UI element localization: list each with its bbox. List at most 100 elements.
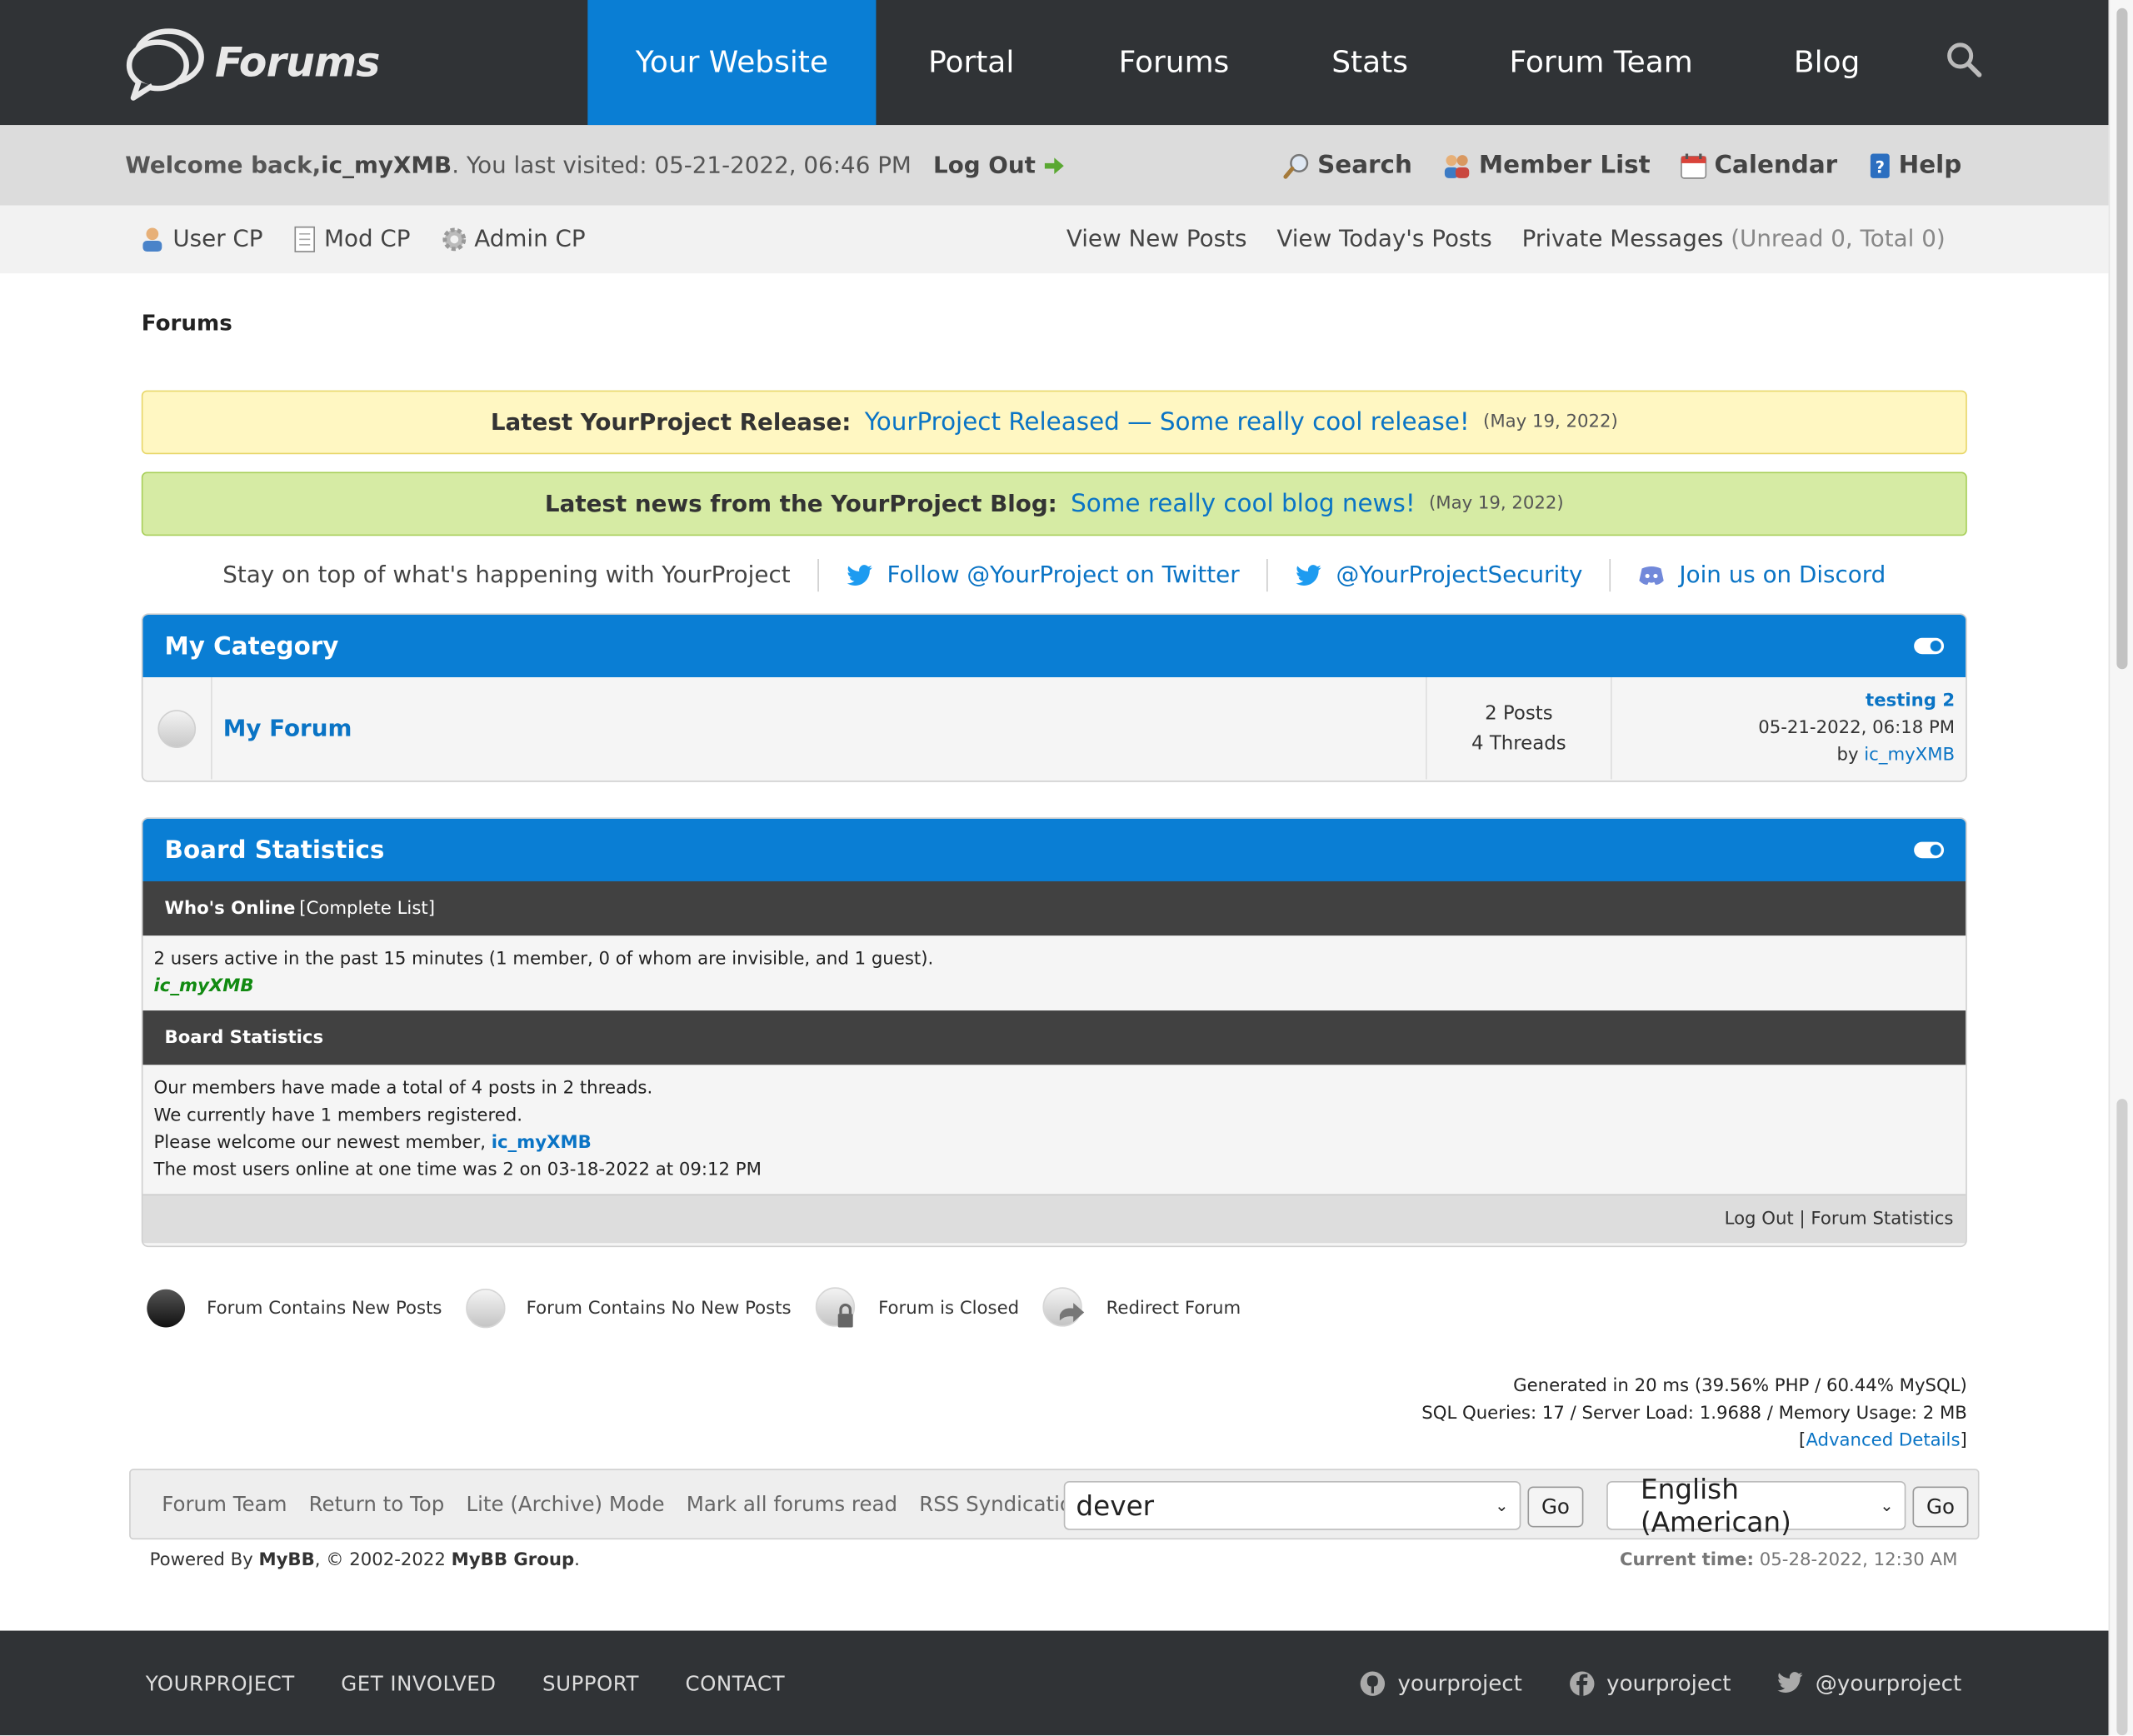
theme-select-value: dever: [1076, 1489, 1155, 1522]
collapse-toggle-icon[interactable]: [1914, 637, 1945, 655]
user-cp-link[interactable]: User CP: [139, 226, 263, 253]
forum-statistics-link[interactable]: Forum Statistics: [1811, 1209, 1953, 1229]
arrow-right-icon: [1045, 157, 1065, 174]
advanced-details-link[interactable]: Advanced Details: [1806, 1431, 1960, 1451]
welcome-username[interactable]: ic_myXMB: [321, 152, 452, 179]
stats-footer: Log Out | Forum Statistics: [142, 1194, 1966, 1244]
twitter-icon: [1778, 1672, 1804, 1693]
footer-yourproject-link[interactable]: YOURPROJECT: [146, 1671, 295, 1695]
view-todays-posts-link[interactable]: View Today's Posts: [1276, 226, 1491, 253]
advanced-details: [Advanced Details]: [1421, 1428, 1967, 1455]
mod-cp-label: Mod CP: [324, 226, 411, 253]
footer-bar: Forum Team Return to Top Lite (Archive) …: [129, 1469, 1980, 1540]
footer-contact-link[interactable]: CONTACT: [685, 1671, 785, 1695]
new-posts-icon: [147, 1289, 186, 1328]
calendar-icon: [1681, 152, 1707, 178]
last-post-user-link[interactable]: ic_myXMB: [1864, 745, 1955, 765]
stats-line-members: We currently have 1 members registered.: [153, 1105, 523, 1126]
discord-link[interactable]: Join us on Discord: [1638, 561, 1886, 589]
nav-forum-team[interactable]: Forum Team: [1458, 0, 1744, 125]
whos-online-link[interactable]: Who's Online: [165, 898, 296, 918]
footer-get-involved-link[interactable]: GET INVOLVED: [341, 1671, 496, 1695]
site-footer: YOURPROJECT GET INVOLVED SUPPORT CONTACT…: [0, 1630, 2109, 1736]
footer-return-top-link[interactable]: Return to Top: [309, 1492, 445, 1516]
language-select[interactable]: English (American) ⌄: [1606, 1473, 1906, 1539]
online-user-link[interactable]: ic_myXMB: [153, 974, 1955, 1001]
breadcrumb[interactable]: Forums: [142, 310, 232, 336]
forum-name-link[interactable]: My Forum: [223, 715, 352, 742]
stats-logout-link[interactable]: Log Out: [1725, 1209, 1794, 1229]
view-new-posts-link[interactable]: View New Posts: [1066, 226, 1247, 253]
nav-stats[interactable]: Stats: [1281, 0, 1458, 125]
theme-select[interactable]: dever ⌄: [1063, 1480, 1521, 1530]
legend-closed-label: Forum is Closed: [878, 1298, 1020, 1319]
language-go-button[interactable]: Go: [1912, 1486, 1969, 1528]
help-link[interactable]: ? Help: [1867, 151, 1962, 180]
mod-cp-link[interactable]: Mod CP: [292, 226, 411, 253]
footer-support-link[interactable]: SUPPORT: [542, 1671, 639, 1695]
scrollbar-thumb-lower[interactable]: [2116, 1099, 2128, 1736]
gear-icon: [442, 227, 466, 252]
footer-lite-mode-link[interactable]: Lite (Archive) Mode: [466, 1492, 664, 1516]
legend-new-posts-label: Forum Contains New Posts: [207, 1298, 442, 1319]
chevron-down-icon: ⌄: [1880, 1495, 1894, 1515]
forum-row: My Forum 2 Posts 4 Threads testing 2 05-…: [142, 677, 1966, 780]
github-label: yourproject: [1397, 1669, 1522, 1696]
legend-no-new-posts-label: Forum Contains No New Posts: [526, 1298, 792, 1319]
facebook-link[interactable]: yourproject: [1568, 1669, 1731, 1697]
scrollbar-thumb[interactable]: [2116, 7, 2128, 670]
twitter-footer-link[interactable]: @yourproject: [1777, 1670, 1961, 1696]
github-icon: [1361, 1670, 1386, 1696]
facebook-icon: [1570, 1670, 1595, 1696]
member-list-link[interactable]: Member List: [1442, 151, 1651, 180]
no-new-posts-icon: [466, 1288, 506, 1329]
private-messages-link[interactable]: Private Messages (Unread 0, Total 0): [1522, 226, 1946, 253]
user-icon: [142, 227, 162, 252]
blog-link[interactable]: Some really cool blog news!: [1071, 490, 1416, 518]
footer-rss-link[interactable]: RSS Syndication: [919, 1492, 1085, 1516]
github-link[interactable]: yourproject: [1360, 1669, 1522, 1697]
twitter-follow-link[interactable]: Follow @YourProject on Twitter: [847, 561, 1240, 589]
search-link[interactable]: Search: [1283, 151, 1412, 180]
nav-your-website[interactable]: Your Website: [587, 0, 877, 126]
logout-link[interactable]: Log Out: [933, 152, 1066, 179]
mybb-group-link[interactable]: MyBB Group: [452, 1550, 574, 1570]
calendar-label: Calendar: [1714, 151, 1838, 180]
nav-blog[interactable]: Blog: [1744, 0, 1910, 125]
divider: [817, 559, 819, 592]
stats-title: Board Statistics: [164, 836, 385, 865]
facebook-label: yourproject: [1606, 1669, 1731, 1696]
page-scrollbar[interactable]: [2108, 0, 2133, 1736]
blog-date: (May 19, 2022): [1428, 493, 1564, 515]
stats-header: Board Statistics: [142, 818, 1966, 881]
security-twitter-link[interactable]: @YourProjectSecurity: [1296, 561, 1582, 589]
generated-time: Generated in 20 ms (39.56% PHP / 60.44% …: [1513, 1376, 1967, 1397]
nav-portal[interactable]: Portal: [876, 0, 1066, 125]
last-post-title-link[interactable]: testing 2: [1866, 687, 1955, 715]
discord-label: Join us on Discord: [1679, 561, 1886, 589]
header-search-icon[interactable]: [1946, 41, 1984, 84]
newest-member-link[interactable]: ic_myXMB: [492, 1133, 592, 1153]
site-logo[interactable]: Forums: [125, 24, 380, 101]
theme-go-button[interactable]: Go: [1527, 1486, 1584, 1528]
last-post-date: 05-21-2022, 06:18 PM: [1758, 717, 1956, 738]
admin-cp-label: Admin CP: [474, 226, 586, 253]
category-title[interactable]: My Category: [165, 631, 339, 660]
nav-forums[interactable]: Forums: [1066, 0, 1281, 125]
powered-prefix: Powered By: [149, 1550, 259, 1571]
footer-mark-read-link[interactable]: Mark all forums read: [687, 1492, 897, 1516]
members-icon: [1445, 154, 1470, 178]
welcome-bar: Welcome back, ic_myXMB . You last visite…: [0, 125, 2109, 206]
complete-list-link[interactable]: [Complete List]: [299, 898, 435, 918]
collapse-toggle-icon[interactable]: [1914, 841, 1945, 859]
sql-queries: SQL Queries: 17 / Server Load: 1.9688 / …: [1421, 1403, 1967, 1424]
admin-cp-link[interactable]: Admin CP: [440, 226, 586, 253]
calendar-link[interactable]: Calendar: [1681, 151, 1838, 180]
social-intro: Stay on top of what's happening with You…: [222, 561, 791, 589]
release-link[interactable]: YourProject Released — Some really cool …: [865, 408, 1470, 436]
help-label: Help: [1898, 151, 1962, 180]
footer-forum-team-link[interactable]: Forum Team: [162, 1492, 287, 1516]
pm-count: (Unread 0, Total 0): [1731, 226, 1946, 253]
current-time-label: Current time:: [1619, 1550, 1755, 1571]
mybb-link[interactable]: MyBB: [258, 1550, 314, 1570]
